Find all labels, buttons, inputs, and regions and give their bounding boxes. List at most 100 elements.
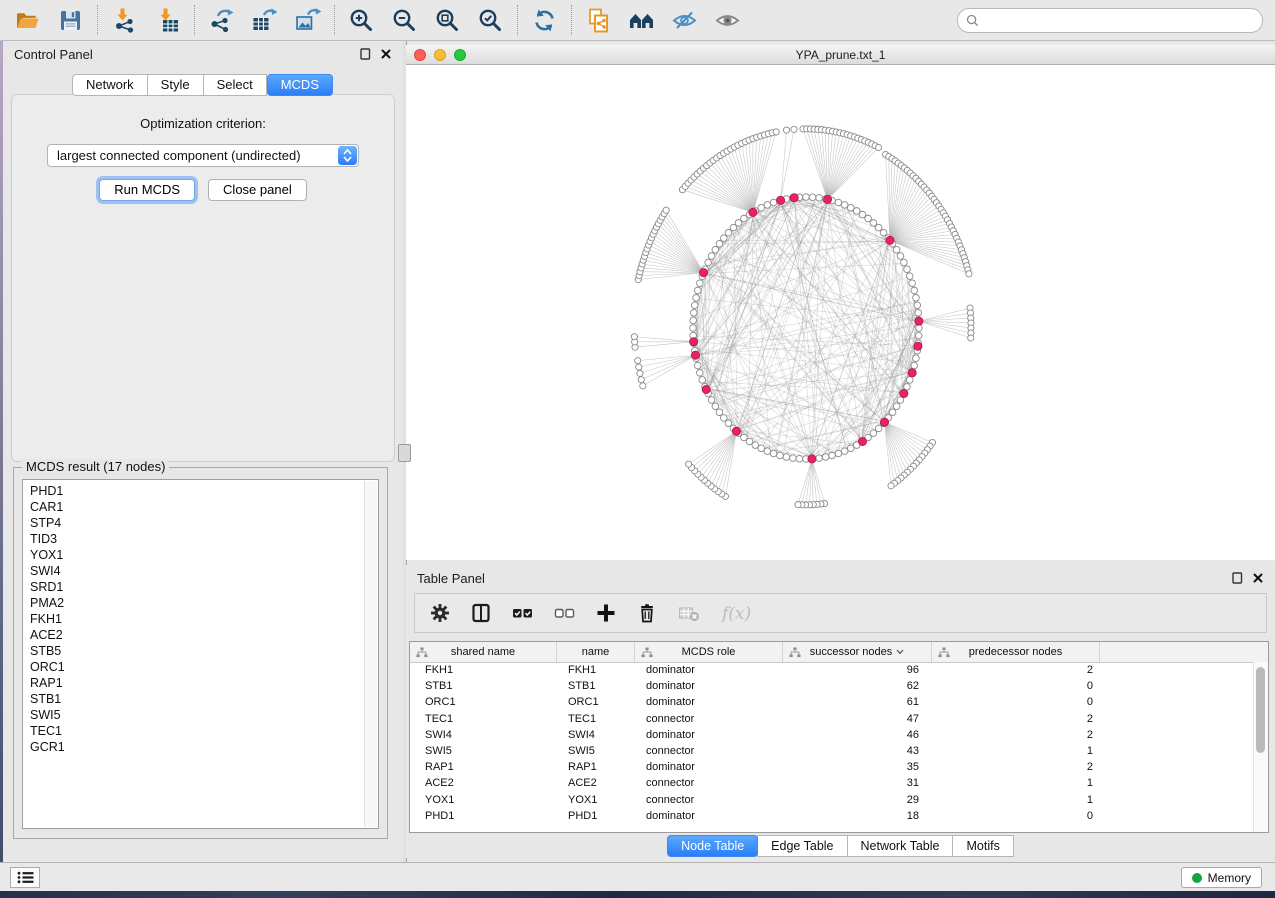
column-header-name[interactable]: name (557, 642, 635, 662)
mcds-result-node[interactable]: PMA2 (30, 595, 378, 611)
table-cell[interactable]: dominator (635, 664, 783, 676)
tab-network-table[interactable]: Network Table (847, 835, 954, 857)
mcds-result-node[interactable]: ORC1 (30, 659, 378, 675)
table-cell[interactable]: 35 (783, 761, 932, 773)
gear-icon[interactable] (430, 603, 450, 623)
tab-edge-table[interactable]: Edge Table (757, 835, 847, 857)
table-cell[interactable]: STB1 (410, 680, 557, 692)
table-cell[interactable]: 61 (783, 696, 932, 708)
delete-column-icon[interactable] (637, 603, 657, 623)
mcds-result-node[interactable]: STB1 (30, 691, 378, 707)
table-cell[interactable]: 2 (932, 761, 1100, 773)
table-scrollbar[interactable] (1253, 662, 1268, 832)
table-cell[interactable]: PHD1 (410, 810, 557, 822)
table-cell[interactable]: SWI4 (410, 729, 557, 741)
column-header-successor-nodes[interactable]: successor nodes (783, 642, 932, 662)
close-panel-icon[interactable] (380, 48, 392, 60)
save-icon[interactable] (57, 7, 84, 34)
tab-mcds[interactable]: MCDS (267, 74, 333, 96)
import-network-icon[interactable] (111, 7, 138, 34)
import-table-icon[interactable] (154, 7, 181, 34)
table-cell[interactable]: 0 (932, 696, 1100, 708)
table-cell[interactable]: 47 (783, 713, 932, 725)
mcds-result-scrollbar[interactable] (364, 481, 377, 827)
column-header-predecessor-nodes[interactable]: predecessor nodes (932, 642, 1100, 662)
table-row[interactable]: YOX1YOX1connector291 (410, 792, 1254, 808)
export-table-icon[interactable] (251, 7, 278, 34)
table-cell[interactable]: connector (635, 777, 783, 789)
table-row[interactable]: STB1STB1dominator620 (410, 678, 1254, 694)
optimization-criterion-select[interactable]: largest connected component (undirected) (47, 144, 359, 167)
column-header-shared-name[interactable]: shared name (410, 642, 557, 662)
table-row[interactable]: SWI4SWI4dominator462 (410, 727, 1254, 743)
table-cell[interactable]: YOX1 (410, 794, 557, 806)
table-cell[interactable]: 1 (932, 794, 1100, 806)
close-panel-icon[interactable] (1252, 572, 1264, 584)
table-cell[interactable]: 46 (783, 729, 932, 741)
mcds-result-node[interactable]: STB5 (30, 643, 378, 659)
table-cell[interactable]: 1 (932, 745, 1100, 757)
delete-table-icon[interactable] (678, 603, 700, 623)
table-cell[interactable]: FKH1 (557, 664, 635, 676)
mcds-result-node[interactable]: YOX1 (30, 547, 378, 563)
zoom-selected-icon[interactable] (477, 7, 504, 34)
add-column-icon[interactable] (596, 603, 616, 623)
table-row[interactable]: TEC1TEC1connector472 (410, 711, 1254, 727)
maximize-window-icon[interactable] (454, 49, 466, 61)
table-cell[interactable]: FKH1 (410, 664, 557, 676)
table-cell[interactable]: 1 (932, 777, 1100, 789)
search-box[interactable] (957, 8, 1263, 33)
table-cell[interactable]: PHD1 (557, 810, 635, 822)
table-cell[interactable]: dominator (635, 810, 783, 822)
table-cell[interactable]: ACE2 (410, 777, 557, 789)
table-cell[interactable]: RAP1 (410, 761, 557, 773)
table-cell[interactable]: 2 (932, 713, 1100, 725)
table-cell[interactable]: connector (635, 713, 783, 725)
table-cell[interactable]: 31 (783, 777, 932, 789)
table-row[interactable]: PHD1PHD1dominator180 (410, 808, 1254, 824)
tab-motifs[interactable]: Motifs (952, 835, 1013, 857)
table-scrollbar-thumb[interactable] (1256, 667, 1265, 753)
run-mcds-button[interactable]: Run MCDS (99, 179, 195, 201)
function-builder-icon[interactable]: f(x) (721, 602, 755, 624)
mcds-result-node[interactable]: ACE2 (30, 627, 378, 643)
network-graph[interactable] (406, 65, 1275, 560)
tab-style[interactable]: Style (147, 74, 204, 96)
tab-node-table[interactable]: Node Table (667, 835, 758, 857)
search-input[interactable] (984, 12, 1254, 28)
select-all-icon[interactable] (512, 603, 533, 623)
task-history-button[interactable] (10, 867, 40, 888)
hide-eye-icon[interactable] (671, 7, 698, 34)
open-folder-icon[interactable] (14, 7, 41, 34)
panel-divider-handle[interactable] (398, 444, 411, 462)
table-cell[interactable]: 43 (783, 745, 932, 757)
column-header-mcds-role[interactable]: MCDS role (635, 642, 783, 662)
refresh-icon[interactable] (531, 7, 558, 34)
export-network-icon[interactable] (208, 7, 235, 34)
mcds-result-node[interactable]: SRD1 (30, 579, 378, 595)
share-document-icon[interactable] (585, 7, 612, 34)
table-row[interactable]: FKH1FKH1dominator962 (410, 662, 1254, 678)
table-cell[interactable]: RAP1 (557, 761, 635, 773)
table-cell[interactable]: SWI5 (410, 745, 557, 757)
table-cell[interactable]: ORC1 (557, 696, 635, 708)
mcds-result-node[interactable]: TID3 (30, 531, 378, 547)
table-row[interactable]: SWI5SWI5connector431 (410, 743, 1254, 759)
mcds-result-list[interactable]: PHD1CAR1STP4TID3YOX1SWI4SRD1PMA2FKH1ACE2… (22, 479, 379, 829)
mcds-result-node[interactable]: SWI4 (30, 563, 378, 579)
mcds-result-node[interactable]: GCR1 (30, 739, 378, 755)
table-row[interactable]: ACE2ACE2connector311 (410, 775, 1254, 791)
table-cell[interactable]: STB1 (557, 680, 635, 692)
table-cell[interactable]: ACE2 (557, 777, 635, 789)
table-cell[interactable]: 0 (932, 810, 1100, 822)
tab-network[interactable]: Network (72, 74, 148, 96)
table-cell[interactable]: ORC1 (410, 696, 557, 708)
network-window-titlebar[interactable]: YPA_prune.txt_1 (406, 45, 1275, 65)
columns-icon[interactable] (471, 603, 491, 623)
tab-select[interactable]: Select (203, 74, 267, 96)
zoom-in-icon[interactable] (348, 7, 375, 34)
close-window-icon[interactable] (414, 49, 426, 61)
minimize-window-icon[interactable] (434, 49, 446, 61)
table-cell[interactable]: connector (635, 794, 783, 806)
zoom-fit-icon[interactable] (434, 7, 461, 34)
